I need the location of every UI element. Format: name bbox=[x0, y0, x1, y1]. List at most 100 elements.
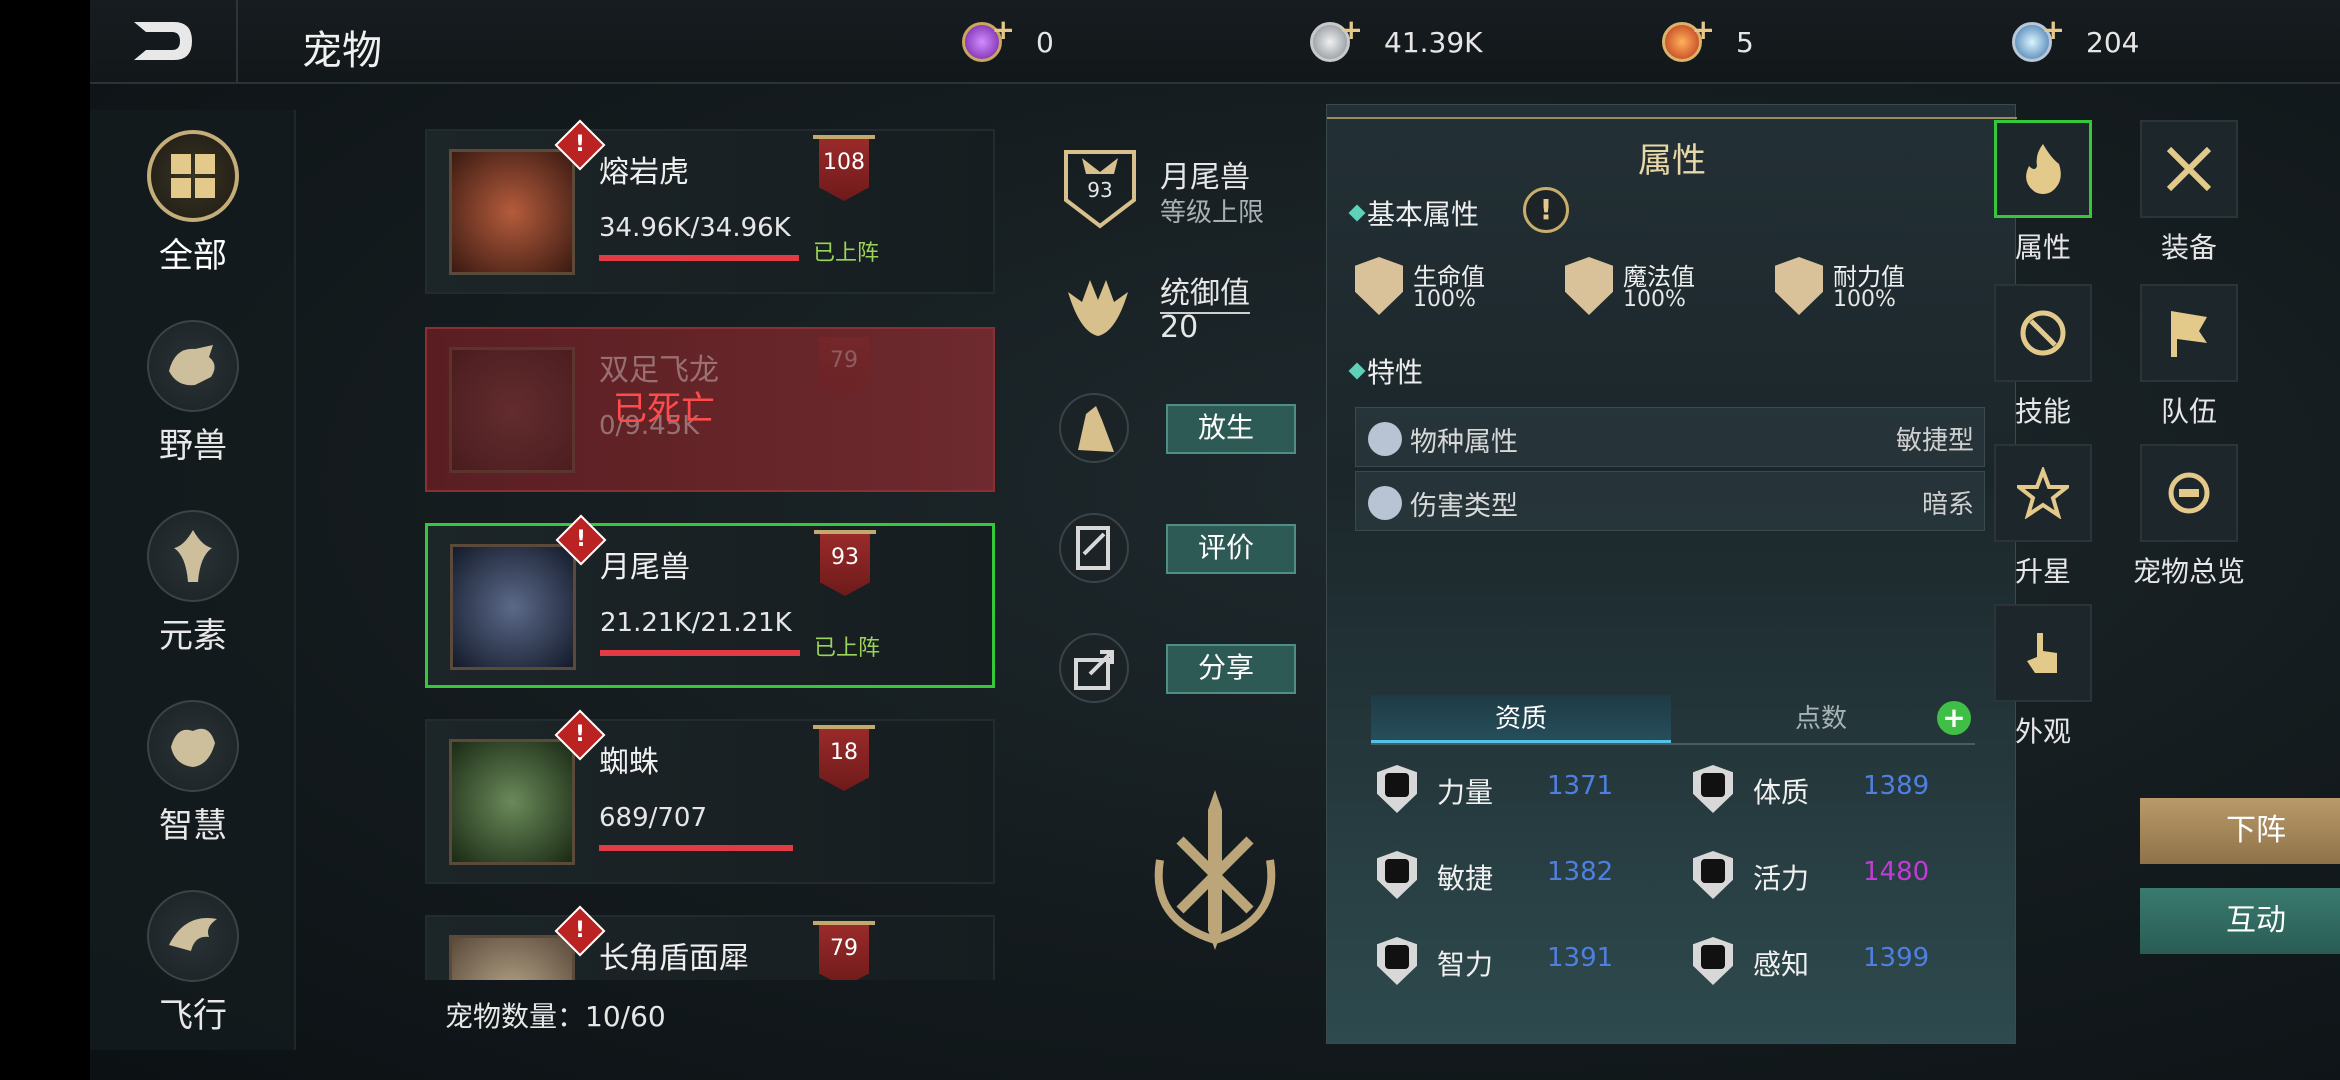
element-icon bbox=[147, 510, 239, 602]
release-button[interactable]: 放生 bbox=[1166, 404, 1296, 454]
pet-list: ! 熔岩虎 108 34.96K/34.96K 已上阵 双足飞龙 79 0/9.… bbox=[425, 105, 995, 980]
resource-orange-medal[interactable]: + 5 bbox=[1662, 13, 1754, 68]
category-flying[interactable]: 飞行 bbox=[90, 890, 296, 1037]
resource-blue-crystal[interactable]: + 204 bbox=[2012, 13, 2139, 68]
add-resource-icon[interactable]: + bbox=[2042, 13, 2065, 46]
grid-icon bbox=[147, 130, 239, 222]
resource-value: 5 bbox=[1736, 25, 1754, 59]
category-beast[interactable]: 野兽 bbox=[90, 320, 296, 467]
mana-shield-icon bbox=[1565, 257, 1613, 315]
category-all[interactable]: 全部 bbox=[90, 130, 296, 277]
stat-value: 1399 bbox=[1863, 943, 1930, 973]
mp-attribute: 魔法值 100% bbox=[1565, 257, 1765, 327]
eye-icon bbox=[1693, 937, 1733, 985]
command-label[interactable]: 统御值 bbox=[1160, 268, 1250, 314]
menu-label: 属性 bbox=[2014, 231, 2071, 264]
pet-dead-label: 已死亡 bbox=[613, 389, 715, 429]
menu-equipment[interactable]: 装备 bbox=[2124, 120, 2254, 266]
wisdom-icon bbox=[147, 700, 239, 792]
menu-label: 外观 bbox=[2014, 715, 2071, 748]
stat-vitality: 活力 1480 bbox=[1693, 847, 2003, 907]
pet-card-lava-tiger[interactable]: ! 熔岩虎 108 34.96K/34.96K 已上阵 bbox=[425, 119, 995, 294]
category-wisdom[interactable]: 智慧 bbox=[90, 700, 296, 847]
category-label: 飞行 bbox=[159, 996, 227, 1036]
orange-medal-icon: + bbox=[1662, 13, 1715, 62]
pet-card-spider[interactable]: ! 蜘蛛 18 689/707 bbox=[425, 709, 995, 884]
stat-value: 1382 bbox=[1547, 857, 1614, 887]
category-element[interactable]: 元素 bbox=[90, 510, 296, 657]
menu-star-up[interactable]: 升星 bbox=[1978, 444, 2108, 590]
pet-hp-bar bbox=[599, 255, 799, 261]
stat-name: 力量 bbox=[1437, 776, 1494, 809]
wings-icon bbox=[1693, 851, 1733, 899]
category-label: 元素 bbox=[159, 616, 227, 656]
attribute-title: 属性 bbox=[1638, 141, 1706, 181]
back-button[interactable] bbox=[90, 0, 238, 82]
pet-status: 已上阵 bbox=[813, 241, 880, 266]
tab-quality[interactable]: 资质 bbox=[1371, 695, 1671, 743]
rate-button[interactable]: 评价 bbox=[1166, 524, 1296, 574]
menu-attributes[interactable]: 属性 bbox=[1978, 120, 2108, 266]
pet-portrait bbox=[450, 544, 576, 670]
silver-coin-icon: + bbox=[1310, 13, 1363, 62]
menu-label: 升星 bbox=[2014, 555, 2071, 588]
detail-level-hint: 等级上限 bbox=[1160, 198, 1265, 228]
resource-value: 0 bbox=[1036, 25, 1054, 59]
back-arrow-icon bbox=[134, 22, 192, 60]
trait-value: 敏捷型 bbox=[1895, 426, 1974, 456]
attribute-value: 100% bbox=[1833, 287, 1896, 312]
info-icon[interactable]: ! bbox=[1523, 187, 1569, 233]
page-title: 宠物 bbox=[302, 28, 382, 74]
heart-icon bbox=[1693, 765, 1733, 813]
category-label: 智慧 bbox=[159, 806, 227, 846]
menu-skills[interactable]: 技能 bbox=[1978, 284, 2108, 430]
skill-icon bbox=[1994, 284, 2092, 382]
pet-count-value: 10/60 bbox=[585, 1000, 666, 1033]
menu-pet-overview[interactable]: 宠物总览 bbox=[2124, 444, 2254, 590]
blue-crystal-icon: + bbox=[2012, 13, 2065, 62]
screen: 宠物 + 0 + 41.39K + 5 + 204 全部 野兽 元素 智慧 飞行… bbox=[0, 0, 2340, 1080]
add-points-button[interactable]: + bbox=[1937, 701, 1971, 735]
rate-icon bbox=[1056, 510, 1132, 586]
strength-icon bbox=[1377, 765, 1417, 813]
share-button[interactable]: 分享 bbox=[1166, 644, 1296, 694]
flying-icon bbox=[147, 890, 239, 982]
pet-level-badge: 79 bbox=[819, 925, 869, 980]
pet-card-rhino[interactable]: ! 长角盾面犀 79 bbox=[425, 905, 995, 980]
menu-label: 队伍 bbox=[2160, 395, 2217, 428]
pet-card-wyvern[interactable]: 双足飞龙 79 0/9.45K 已死亡 bbox=[425, 327, 995, 492]
hp-attribute: 生命值 100% bbox=[1355, 257, 1555, 327]
resource-value: 41.39K bbox=[1384, 25, 1483, 59]
stat-name: 敏捷 bbox=[1437, 862, 1494, 895]
pet-name: 熔岩虎 bbox=[599, 155, 689, 190]
pet-card-moontail[interactable]: ! 月尾兽 93 21.21K/21.21K 已上阵 bbox=[425, 514, 995, 688]
add-resource-icon[interactable]: + bbox=[1340, 13, 1363, 46]
stamina-shield-icon bbox=[1775, 257, 1823, 315]
detail-level-badge: 93 bbox=[1087, 178, 1113, 202]
share-icon bbox=[1056, 630, 1132, 706]
interact-button[interactable]: 互动 bbox=[2140, 888, 2340, 954]
command-crest-icon bbox=[1060, 272, 1136, 348]
resource-purple-gem[interactable]: + 0 bbox=[962, 13, 1054, 68]
detail-pet-name: 月尾兽 bbox=[1160, 160, 1250, 195]
level-badge-bar bbox=[814, 530, 876, 534]
flag-icon bbox=[2140, 284, 2238, 382]
tab-points[interactable]: 点数 bbox=[1671, 695, 1971, 743]
top-bar: 宠物 + 0 + 41.39K + 5 + 204 bbox=[90, 0, 2340, 84]
stat-name: 体质 bbox=[1753, 776, 1810, 809]
trait-species: 物种属性 敏捷型 bbox=[1355, 407, 1985, 467]
resource-silver-coin[interactable]: + 41.39K bbox=[1310, 13, 1483, 68]
pet-name: 蜘蛛 bbox=[599, 745, 659, 780]
add-resource-icon[interactable]: + bbox=[1692, 13, 1715, 46]
crossed-blades-icon bbox=[1368, 486, 1402, 520]
add-resource-icon[interactable]: + bbox=[992, 13, 1015, 46]
menu-team[interactable]: 队伍 bbox=[2124, 284, 2254, 430]
trait-value: 暗系 bbox=[1921, 490, 1974, 520]
menu-appearance[interactable]: 外观 bbox=[1978, 604, 2108, 750]
pet-portrait bbox=[449, 149, 575, 275]
stat-value: 1480 bbox=[1863, 857, 1930, 887]
hand-pointer-icon bbox=[1994, 604, 2092, 702]
paw-icon bbox=[1368, 422, 1402, 456]
stat-name: 活力 bbox=[1753, 862, 1810, 895]
dismiss-button[interactable]: 下阵 bbox=[2140, 798, 2340, 864]
